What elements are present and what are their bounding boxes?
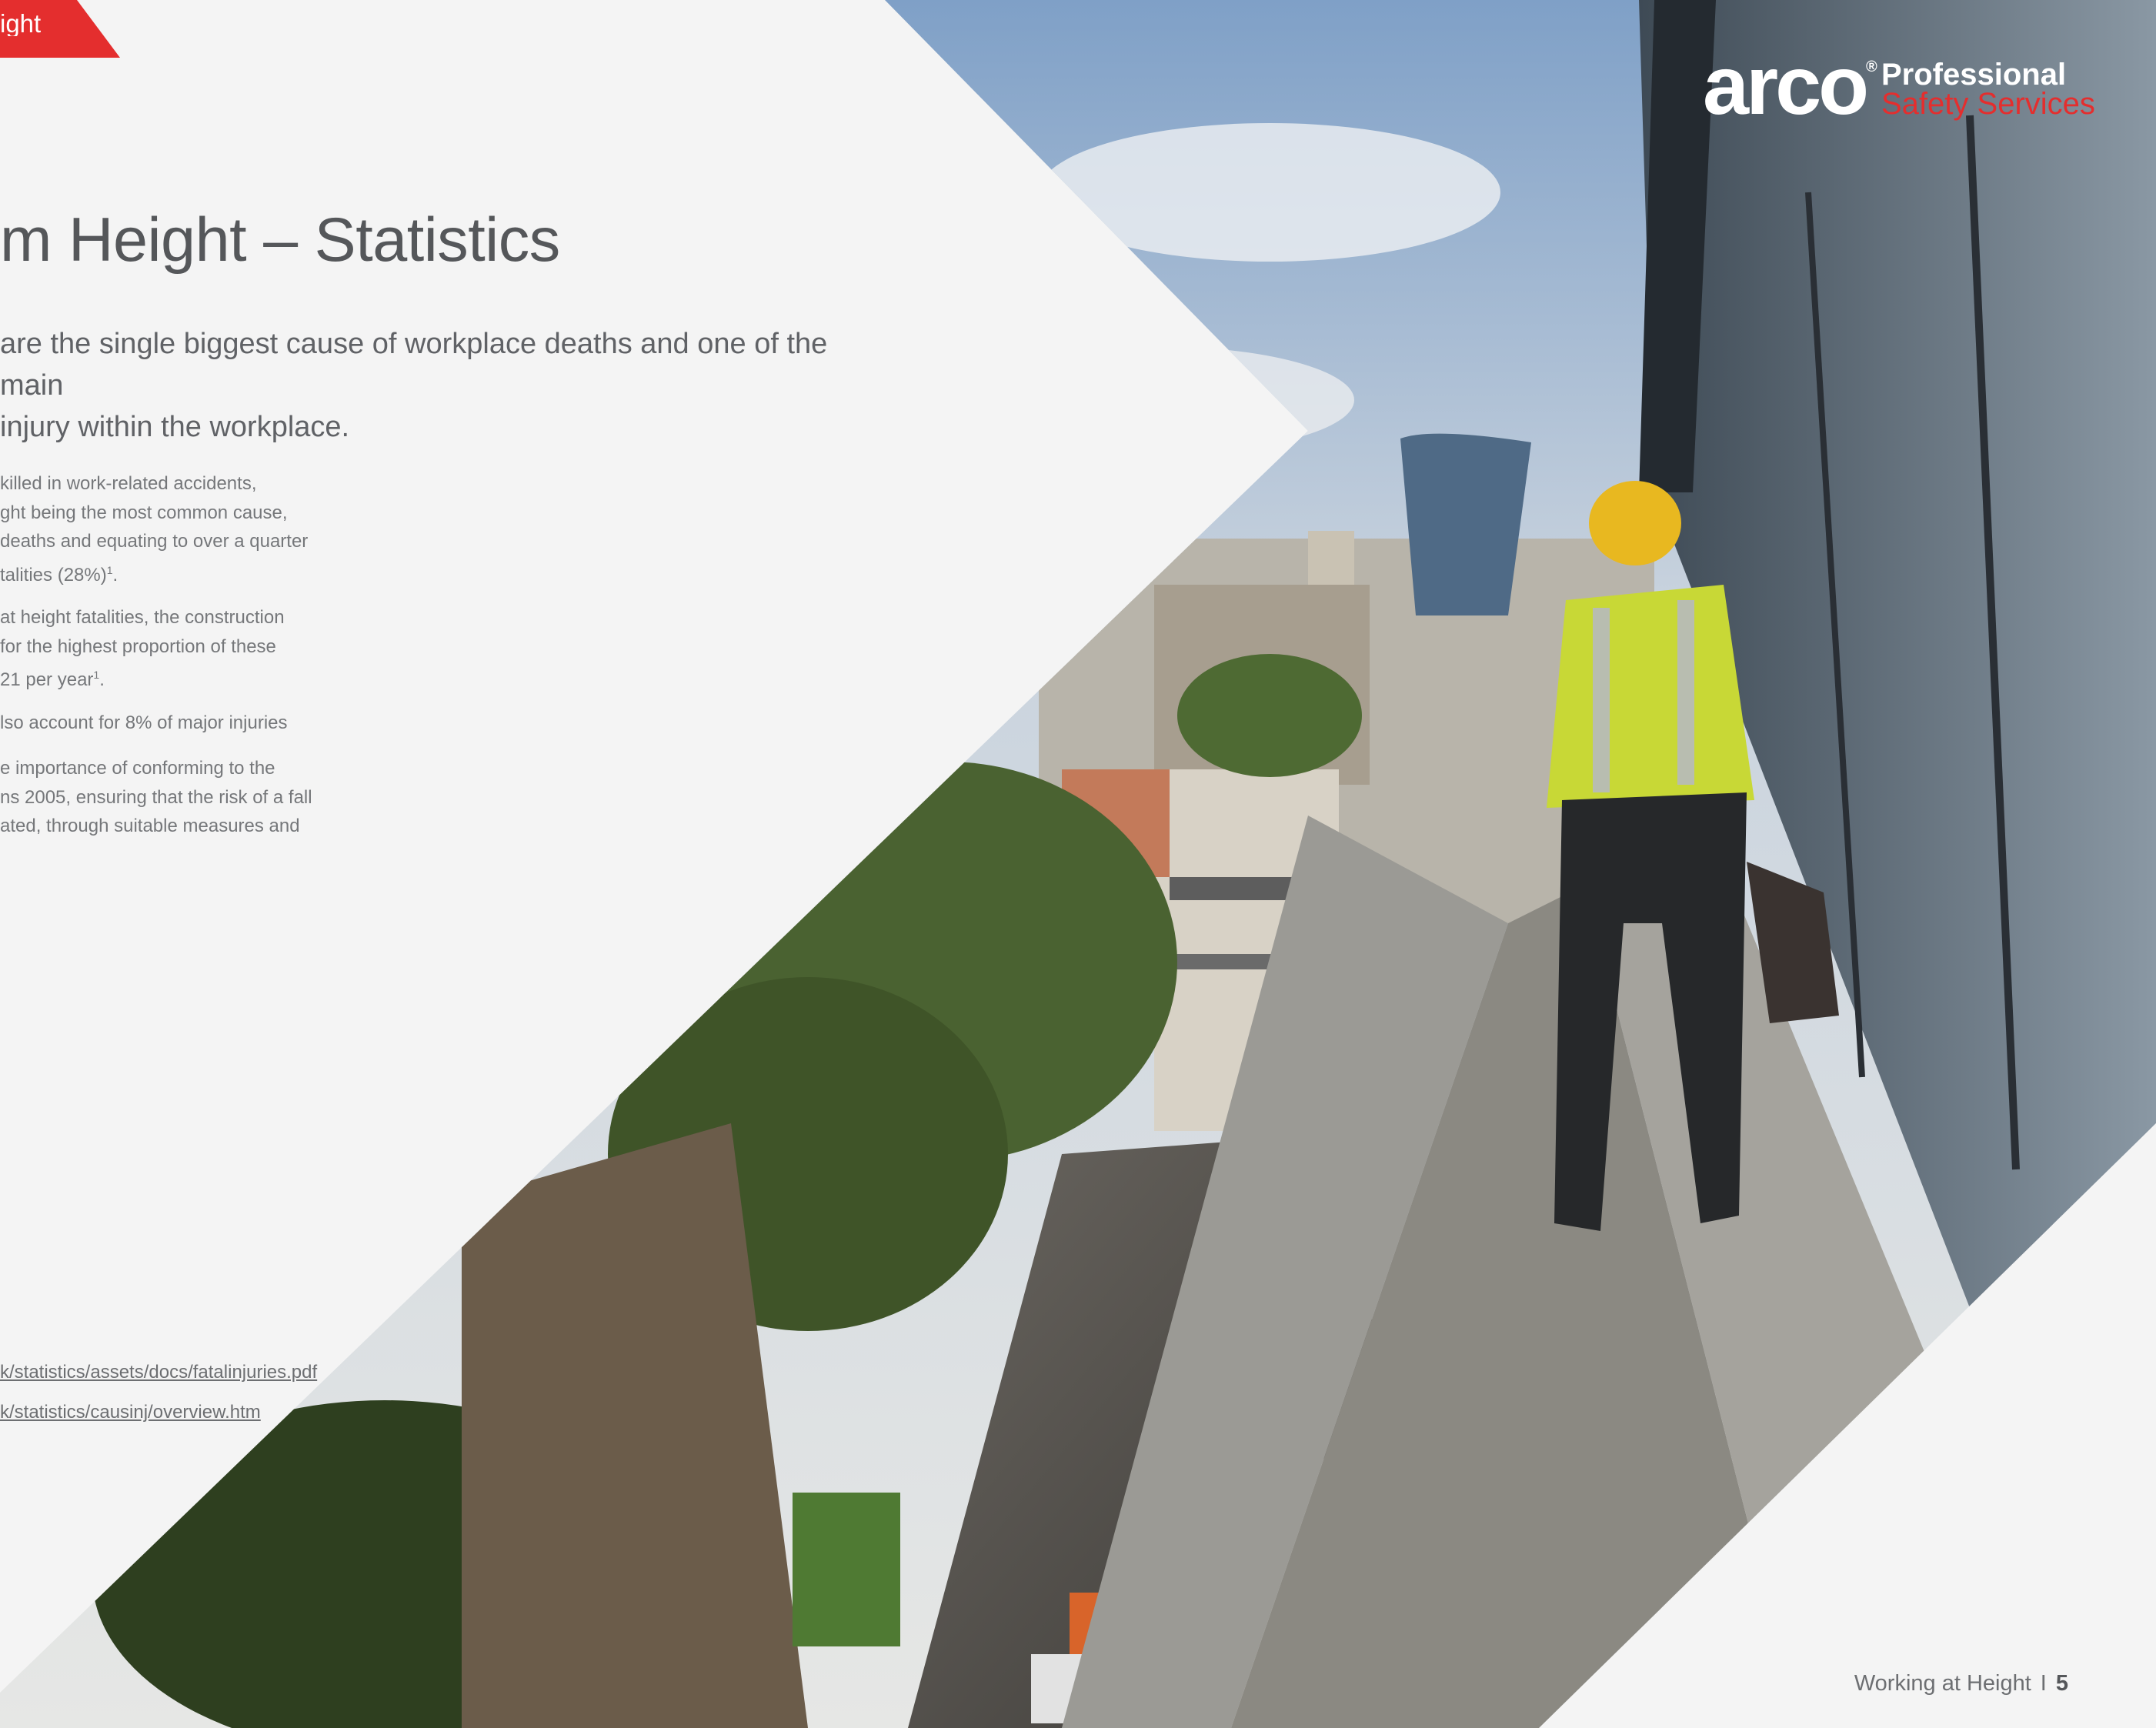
page-footer: Working at Height I 5 xyxy=(1854,1671,2068,1696)
statistic-item: at height fatalities, the construction f… xyxy=(0,607,285,690)
reference-link-fatal-injuries[interactable]: k/statistics/assets/docs/fatalinjuries.p… xyxy=(0,1353,317,1393)
references: k/statistics/assets/docs/fatalinjuries.p… xyxy=(0,1353,317,1433)
reference-link-causes-overview[interactable]: k/statistics/causinj/overview.htm xyxy=(0,1393,317,1433)
footer-separator: I xyxy=(2040,1671,2047,1696)
statistic-item: lso account for 8% of major injuries xyxy=(0,712,288,733)
statistics-list: killed in work-related accidents, ght be… xyxy=(0,469,323,855)
logo-line-safety-services: Safety Services xyxy=(1881,87,2095,121)
logo-line-professional: Professional xyxy=(1881,58,2067,92)
page-title: m Height – Statistics xyxy=(0,205,560,275)
footnote-marker: 1 xyxy=(93,669,100,681)
intro-paragraph: are the single biggest cause of workplac… xyxy=(0,328,828,443)
registered-mark: ® xyxy=(1866,58,1877,75)
statistic-item: killed in work-related accidents, ght be… xyxy=(0,473,309,585)
statistic-item: e importance of conforming to the ns 200… xyxy=(0,758,312,836)
footnote-marker: 1 xyxy=(106,563,113,576)
page-number: 5 xyxy=(2055,1671,2068,1696)
footer-label: Working at Height xyxy=(1854,1671,2031,1696)
logo-wordmark: arco xyxy=(1703,38,1869,132)
